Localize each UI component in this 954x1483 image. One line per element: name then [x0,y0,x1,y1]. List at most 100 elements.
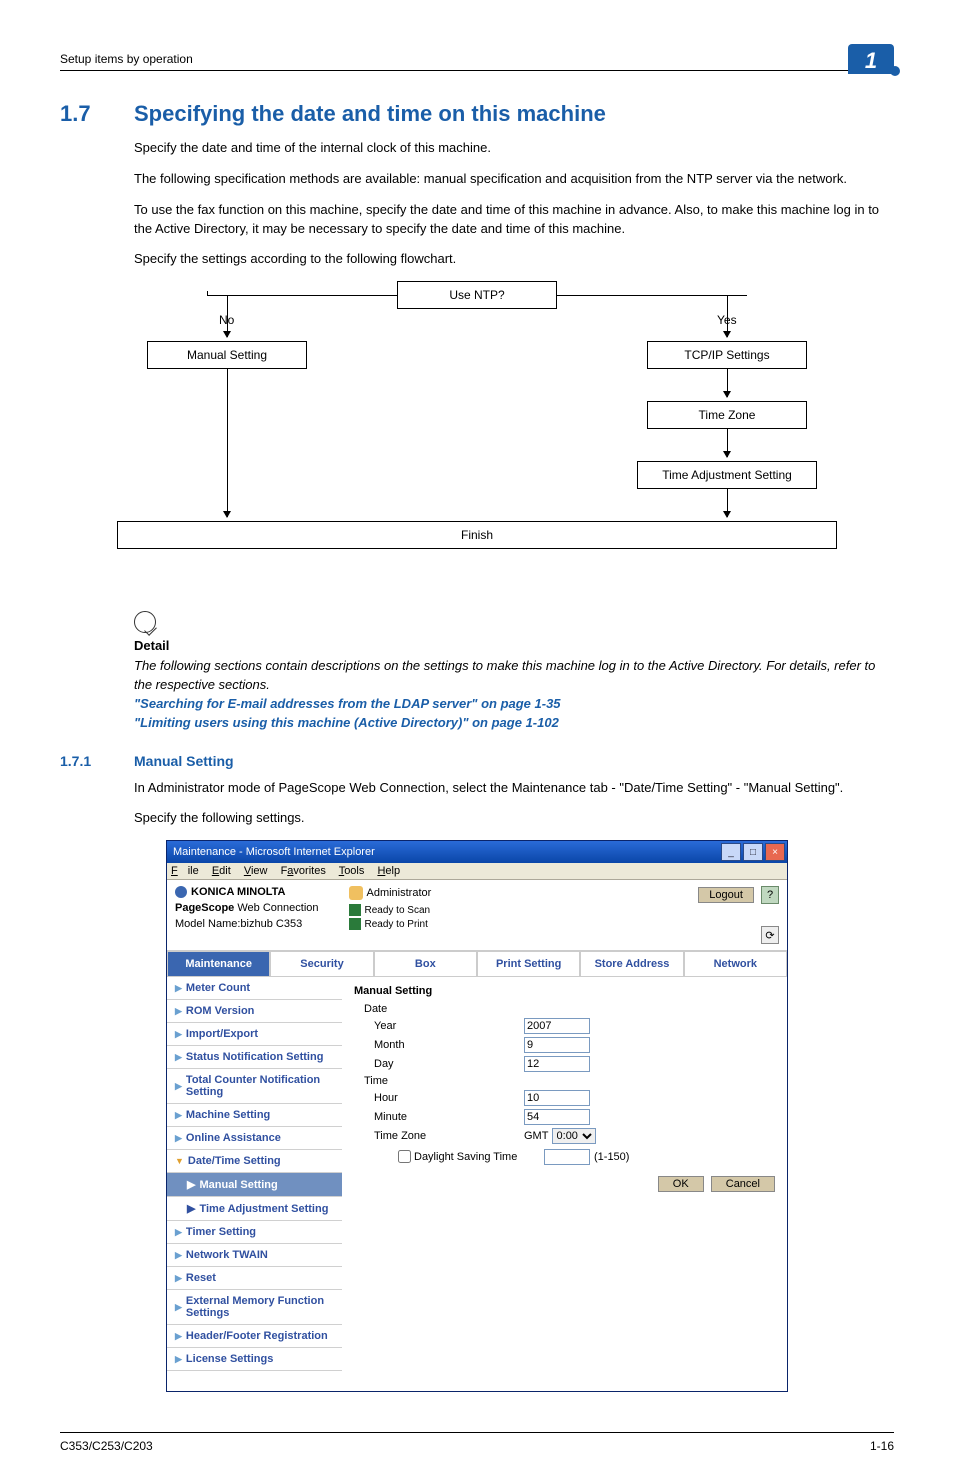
cancel-button[interactable]: Cancel [711,1176,775,1192]
month-label: Month [374,1039,524,1051]
sidebar-item-totalcounter[interactable]: ▶Total Counter Notification Setting [167,1069,342,1104]
browser-window: Maintenance - Microsoft Internet Explore… [166,840,788,1392]
menu-help[interactable]: Help [377,865,400,877]
form-title: Manual Setting [354,985,775,997]
dst-checkbox[interactable] [398,1150,411,1163]
subsection-number: 1.7.1 [60,753,110,769]
admin-icon [349,886,363,900]
chapter-flag: 1 [848,44,894,74]
sidebar-item-license[interactable]: ▶License Settings [167,1348,342,1371]
sidebar: ▶Meter Count ▶ROM Version ▶Import/Export… [167,977,342,1371]
detail-link-ad[interactable]: "Limiting users using this machine (Acti… [134,715,559,730]
hour-input[interactable] [524,1090,590,1106]
tab-box[interactable]: Box [374,951,477,977]
printer-icon [349,918,361,930]
day-label: Day [374,1058,524,1070]
sidebar-item-importexport[interactable]: ▶Import/Export [167,1023,342,1046]
menu-view[interactable]: View [244,865,268,877]
dst-input[interactable] [544,1149,590,1165]
detail-link-ldap[interactable]: "Searching for E-mail addresses from the… [134,696,561,711]
section-title: Specifying the date and time on this mac… [134,101,606,127]
globe-icon [175,886,187,898]
sidebar-item-statusnotif[interactable]: ▶Status Notification Setting [167,1046,342,1069]
fc-manual: Manual Setting [147,341,307,369]
dst-label: Daylight Saving Time [414,1151,544,1163]
fc-decision: Use NTP? [397,281,557,309]
section-para: To use the fax function on this machine,… [134,201,894,239]
sidebar-sub-manual[interactable]: ▶Manual Setting [167,1173,342,1197]
subsection-para: Specify the following settings. [134,809,894,828]
footer-left: C353/C253/C203 [60,1439,153,1453]
menu-edit[interactable]: Edit [212,865,231,877]
sidebar-item-datetime[interactable]: ▼Date/Time Setting [167,1150,342,1173]
section-para: Specify the date and time of the interna… [134,139,894,158]
maximize-button[interactable]: □ [743,843,763,861]
tab-storeaddr[interactable]: Store Address [580,951,683,977]
tab-printsetting[interactable]: Print Setting [477,951,580,977]
detail-block: Detail The following sections contain de… [134,611,894,732]
help-button[interactable]: ? [761,886,779,904]
dst-range: (1-150) [594,1151,629,1163]
fc-finish: Finish [117,521,837,549]
tab-maintenance[interactable]: Maintenance [167,951,270,977]
menubar[interactable]: File Edit View Favorites Tools Help [167,863,787,880]
sidebar-item-metercount[interactable]: ▶Meter Count [167,977,342,1000]
minute-label: Minute [374,1111,524,1123]
section-para: Specify the settings according to the fo… [134,250,894,269]
logout-button[interactable]: Logout [698,887,754,903]
magnifier-icon [134,611,156,633]
sidebar-sub-timeadj[interactable]: ▶Time Adjustment Setting [167,1197,342,1221]
brand-logo: KONICA MINOLTA [175,886,319,898]
form-section-date: Date [364,1003,775,1015]
subsection-para: In Administrator mode of PageScope Web C… [134,779,894,798]
tab-network[interactable]: Network [684,951,787,977]
year-input[interactable] [524,1018,590,1034]
sidebar-item-headerfooter[interactable]: ▶Header/Footer Registration [167,1325,342,1348]
sidebar-item-romversion[interactable]: ▶ROM Version [167,1000,342,1023]
sidebar-item-onlineassist[interactable]: ▶Online Assistance [167,1127,342,1150]
fc-tcpip: TCP/IP Settings [647,341,807,369]
fc-label-no: No [219,313,234,327]
hour-label: Hour [374,1092,524,1104]
menu-favorites[interactable]: Favorites [281,865,326,877]
close-button[interactable]: × [765,843,785,861]
status-print: Ready to Print [365,919,428,930]
subsection-title: Manual Setting [134,753,234,769]
scanner-icon [349,904,361,916]
flowchart: Use NTP? No Yes Manual Setting TCP/IP Se… [117,281,837,591]
tab-security[interactable]: Security [270,951,373,977]
detail-heading: Detail [134,638,894,653]
window-title: Maintenance - Microsoft Internet Explore… [173,846,375,858]
sidebar-item-machinesetting[interactable]: ▶Machine Setting [167,1104,342,1127]
timezone-select[interactable]: 0:00 [552,1128,596,1144]
sidebar-item-timersetting[interactable]: ▶Timer Setting [167,1221,342,1244]
minute-input[interactable] [524,1109,590,1125]
admin-label: Administrator [367,887,432,899]
window-titlebar[interactable]: Maintenance - Microsoft Internet Explore… [167,841,787,863]
day-input[interactable] [524,1056,590,1072]
ok-button[interactable]: OK [658,1176,704,1192]
fc-label-yes: Yes [717,313,737,327]
main-panel: Manual Setting Date Year Month Day Time … [342,977,787,1371]
footer-right: 1-16 [870,1439,894,1453]
refresh-button[interactable]: ⟳ [761,926,779,944]
section-number: 1.7 [60,101,110,127]
menu-file[interactable]: File [171,865,199,877]
product-line: PageScope Web Connection [175,902,319,914]
timezone-label: Time Zone [374,1130,524,1142]
month-input[interactable] [524,1037,590,1053]
detail-text: The following sections contain descripti… [134,658,875,692]
sidebar-item-extmem[interactable]: ▶External Memory Function Settings [167,1290,342,1325]
timezone-prefix: GMT [524,1130,548,1142]
menu-tools[interactable]: Tools [339,865,365,877]
model-name: Model Name:bizhub C353 [175,918,319,930]
form-section-time: Time [364,1075,775,1087]
fc-timeadj: Time Adjustment Setting [637,461,817,489]
minimize-button[interactable]: _ [721,843,741,861]
section-para: The following specification methods are … [134,170,894,189]
running-head-text: Setup items by operation [60,52,193,70]
sidebar-item-reset[interactable]: ▶Reset [167,1267,342,1290]
sidebar-item-networktwain[interactable]: ▶Network TWAIN [167,1244,342,1267]
status-scan: Ready to Scan [365,905,431,916]
fc-timezone: Time Zone [647,401,807,429]
